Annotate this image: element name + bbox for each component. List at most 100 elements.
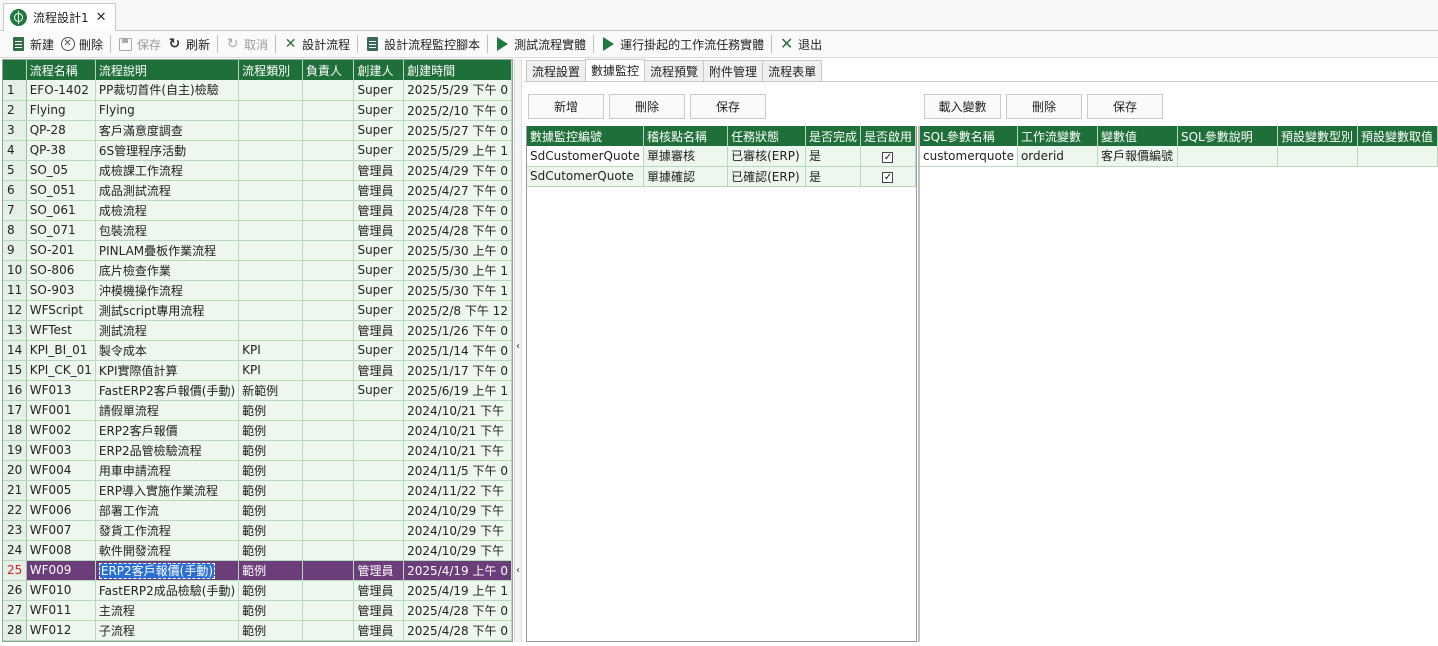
checkpoint-name-cell[interactable]: 單據確認 [643, 166, 729, 187]
creator-cell[interactable] [353, 540, 405, 561]
default-value-cell[interactable] [1357, 146, 1438, 167]
flow-name-cell[interactable]: KPI_CK_01 [26, 360, 96, 381]
creator-cell[interactable]: 管理員 [353, 200, 405, 221]
enabled-cell[interactable]: ✓ [860, 146, 916, 167]
row-number-cell[interactable]: 5 [3, 160, 27, 181]
done-cell[interactable]: 是 [805, 146, 861, 167]
flow-desc-cell[interactable]: FastERP2客戶報價(手動) [95, 380, 240, 401]
collapse-left-icon[interactable]: ‹ [516, 565, 520, 576]
flow-desc-cell[interactable]: ERP導入實施作業流程 [95, 480, 240, 501]
creator-cell[interactable]: Super [353, 340, 405, 361]
flow-category-cell[interactable] [238, 200, 303, 221]
row-number-cell[interactable]: 22 [3, 500, 27, 521]
table-row[interactable]: 2 Flying Flying Super 2025/2/10 下午 0 [3, 100, 512, 121]
tab-flow-settings[interactable]: 流程設置 [526, 60, 587, 81]
created-time-cell[interactable]: 2025/1/14 下午 0 [403, 340, 512, 361]
flow-name-cell[interactable]: WF004 [26, 460, 96, 481]
created-time-cell[interactable]: 2024/10/29 下午 [403, 520, 512, 541]
creator-cell[interactable]: 管理員 [353, 600, 405, 621]
row-number-cell[interactable]: 4 [3, 140, 27, 161]
created-time-cell[interactable]: 2025/5/29 上午 1 [403, 140, 512, 161]
creator-cell[interactable] [353, 420, 405, 441]
workflow-var-cell[interactable]: orderid [1017, 146, 1098, 167]
row-number-cell[interactable]: 27 [3, 600, 27, 621]
created-time-cell[interactable]: 2025/4/28 下午 0 [403, 600, 512, 621]
monitor-id-cell[interactable]: SdCutomerQuote [527, 166, 645, 187]
flow-name-cell[interactable]: KPI_BI_01 [26, 340, 96, 361]
table-row[interactable]: 18 WF002 ERP2客戶報價 範例 2024/10/21 下午 [3, 420, 512, 441]
flow-name-cell[interactable]: SO_05 [26, 160, 96, 181]
flow-name-cell[interactable]: EFO-1402 [26, 80, 96, 101]
sql-param-cell[interactable]: customerquote [920, 146, 1018, 167]
owner-cell[interactable] [302, 140, 355, 161]
column-header[interactable]: 數據監控編號 [527, 126, 645, 146]
column-header[interactable]: 工作流變數 [1017, 126, 1098, 146]
row-number-cell[interactable]: 28 [3, 620, 27, 641]
created-time-cell[interactable]: 2024/10/21 下午 [403, 440, 512, 461]
table-row[interactable]: 21 WF005 ERP導入實施作業流程 範例 2024/11/22 下午 [3, 480, 512, 501]
created-time-cell[interactable]: 2025/4/27 下午 0 [403, 180, 512, 201]
owner-cell[interactable] [302, 220, 355, 241]
owner-cell[interactable] [302, 260, 355, 281]
flow-desc-cell[interactable]: 請假單流程 [95, 400, 240, 421]
flow-desc-cell[interactable]: 發貨工作流程 [95, 520, 240, 541]
flow-desc-cell[interactable]: 包裝流程 [95, 220, 240, 241]
monitor-delete-button[interactable]: 刪除 [609, 94, 685, 119]
flow-category-cell[interactable]: 範例 [238, 540, 303, 561]
creator-cell[interactable]: 管理員 [353, 220, 405, 241]
flow-name-cell[interactable]: QP-28 [26, 120, 96, 141]
table-row[interactable]: 13 WFTest 測試流程 管理員 2025/1/26 下午 0 [3, 320, 512, 341]
creator-cell[interactable]: Super [353, 280, 405, 301]
monitor-grid[interactable]: 數據監控編號 稽核點名稱 任務狀態 是否完成 是否啟用 SdCustomerQu… [526, 126, 917, 642]
monitor-add-button[interactable]: 新增 [528, 94, 604, 119]
monitor-save-button[interactable]: 保存 [690, 94, 766, 119]
flow-category-cell[interactable]: KPI [238, 360, 303, 381]
column-header[interactable]: 變數值 [1097, 126, 1178, 146]
row-number-cell[interactable]: 15 [3, 360, 27, 381]
creator-cell[interactable]: 管理員 [353, 360, 405, 381]
flow-desc-cell[interactable]: 測試流程 [95, 320, 240, 341]
table-row[interactable]: 4 QP-38 6S管理程序活動 Super 2025/5/29 上午 1 [3, 140, 512, 161]
flow-desc-cell[interactable]: 成品測試流程 [95, 180, 240, 201]
created-time-cell[interactable]: 2024/11/5 下午 0 [403, 460, 512, 481]
row-number-cell[interactable]: 2 [3, 100, 27, 121]
save-button[interactable]: 保存 [115, 33, 164, 55]
created-time-cell[interactable]: 2025/6/19 上午 1 [403, 380, 512, 401]
flow-name-cell[interactable]: WF008 [26, 540, 96, 561]
table-row[interactable]: 14 KPI_BI_01 製令成本 KPI Super 2025/1/14 下午 0 [3, 340, 512, 361]
creator-cell[interactable] [353, 440, 405, 461]
column-header[interactable]: 負責人 [302, 60, 355, 80]
owner-cell[interactable] [302, 280, 355, 301]
creator-cell[interactable]: Super [353, 300, 405, 321]
flow-desc-cell[interactable]: 成檢課工作流程 [95, 160, 240, 181]
column-header[interactable]: 流程名稱 [26, 60, 96, 80]
row-number-cell[interactable]: 14 [3, 340, 27, 361]
column-header[interactable]: 預設變數取值 [1357, 126, 1438, 146]
flow-category-cell[interactable] [238, 280, 303, 301]
refresh-button[interactable]: ↻ 刷新 [164, 33, 213, 55]
creator-cell[interactable]: Super [353, 240, 405, 261]
row-number-cell[interactable]: 18 [3, 420, 27, 441]
flow-desc-cell[interactable]: 軟件開發流程 [95, 540, 240, 561]
flow-desc-cell[interactable]: ERP2客戶報價 [95, 420, 240, 441]
creator-cell[interactable] [353, 480, 405, 501]
created-time-cell[interactable]: 2025/5/27 下午 0 [403, 120, 512, 141]
table-row[interactable]: 26 WF010 FastERP2成品檢驗(手動) 範例 管理員 2025/4/19 上午… [3, 580, 512, 601]
table-row[interactable]: 1 EFO-1402 PP裁切首件(自主)檢驗 Super 2025/5/29 下午 0 [3, 80, 512, 101]
flow-category-cell[interactable]: 範例 [238, 620, 303, 641]
owner-cell[interactable] [302, 200, 355, 221]
row-number-cell[interactable]: 11 [3, 280, 27, 301]
creator-cell[interactable] [353, 400, 405, 421]
tab-data-monitor[interactable]: 數據監控 [585, 59, 646, 81]
flow-name-cell[interactable]: WF007 [26, 520, 96, 541]
flow-name-cell[interactable]: SO-201 [26, 240, 96, 261]
creator-cell[interactable]: 管理員 [353, 580, 405, 601]
flow-desc-cell[interactable]: PP裁切首件(自主)檢驗 [95, 80, 240, 101]
created-time-cell[interactable]: 2025/2/10 下午 0 [403, 100, 512, 121]
flow-category-cell[interactable] [238, 100, 303, 121]
table-row[interactable]: 10 SO-806 底片檢查作業 Super 2025/5/30 上午 1 [3, 260, 512, 281]
variable-grid[interactable]: SQL參數名稱 工作流變數 變數值 SQL參數說明 預設變數型別 預設變數取值 … [919, 126, 1438, 642]
run-pending-button[interactable]: 運行掛起的工作流任務實體 [598, 33, 767, 55]
exit-button[interactable]: ✕ 退出 [776, 33, 825, 55]
flow-desc-cell[interactable]: 測試script專用流程 [95, 300, 240, 321]
